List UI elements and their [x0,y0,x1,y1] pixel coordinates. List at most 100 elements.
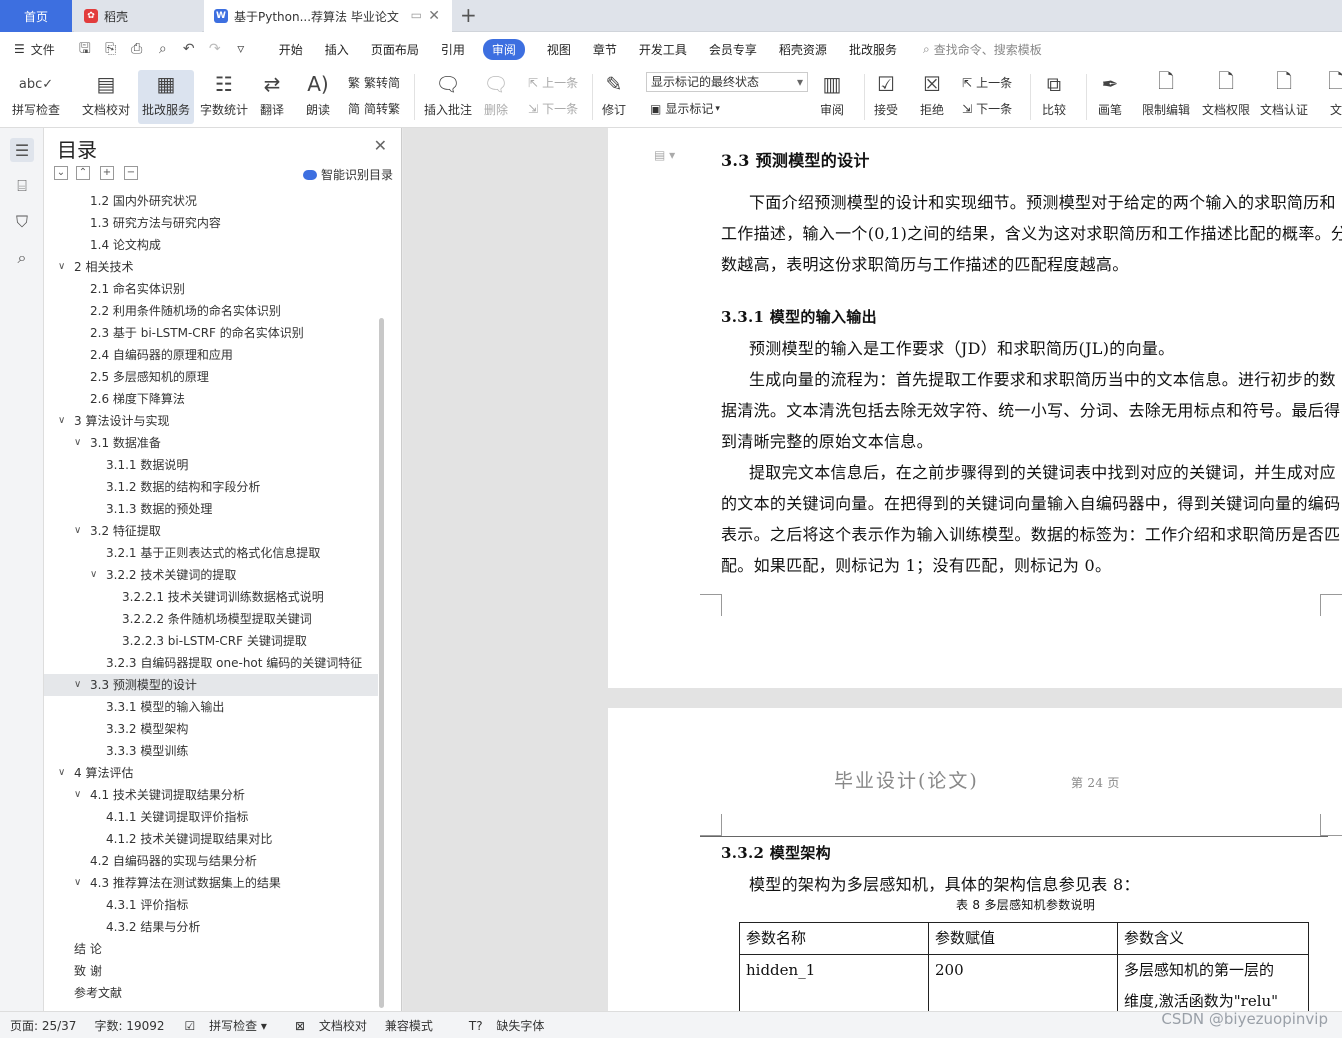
menu-item-2[interactable]: 页面布局 [371,41,419,58]
menu-item-10[interactable]: 批改服务 [849,41,897,58]
menu-item-7[interactable]: 开发工具 [639,41,687,58]
remove-heading-icon[interactable]: − [124,166,138,180]
menu-item-3[interactable]: 引用 [441,41,465,58]
toc-item[interactable]: ∨ 4.3 推荐算法在测试数据集上的结果 [44,872,378,894]
prev-change-button[interactable]: ⇱ 上一条 [962,74,1012,91]
toc-item[interactable]: 3.2.2.3 bi-LSTM-CRF 关键词提取 [44,630,378,652]
expand-up-icon[interactable]: ⌃ [76,166,90,180]
toc-item[interactable]: 3.3.2 模型架构 [44,718,378,740]
menu-item-9[interactable]: 稻壳资源 [779,41,827,58]
chevron-down-icon[interactable]: ∨ [74,520,81,542]
review-service-button[interactable]: ▦ 批改服务 [138,70,195,124]
file-menu[interactable]: ☰ 文件 [14,41,55,58]
restrict-editing-button[interactable]: 🗋 限制编辑 [1142,69,1190,118]
toc-item[interactable]: 2.2 利用条件随机场的命名实体识别 [44,300,378,322]
print-icon[interactable]: ⎙ [129,41,145,57]
menu-item-5[interactable]: 视图 [547,41,571,58]
chevron-down-icon[interactable]: ∨ [58,256,65,278]
track-changes-button[interactable]: ✎ 修订 [600,70,628,118]
toc-item[interactable]: 4.1.1 关键词提取评价指标 [44,806,378,828]
simp-to-trad-button[interactable]: 简简转繁 [348,100,400,117]
translate-button[interactable]: ⇄ 翻译 [258,70,286,118]
menu-item-1[interactable]: 插入 [325,41,349,58]
review-pane-button[interactable]: ▥ 审阅 [818,70,846,118]
document-permission-button[interactable]: 🗋 文档权限 [1202,69,1250,118]
bookmark-icon[interactable]: ⛉ [10,210,34,234]
find-icon[interactable]: ⌕ [10,246,34,270]
page-indicator[interactable]: 页面: 25/37 [10,1017,76,1034]
toc-item[interactable]: 3.1.2 数据的结构和字段分析 [44,476,378,498]
add-heading-icon[interactable]: + [100,166,114,180]
save-icon[interactable]: 🖫 [77,41,93,57]
toc-panel-icon[interactable]: ☰ [10,138,34,162]
toc-item[interactable]: 1.4 论文构成 [44,234,378,256]
toc-item[interactable]: 3.2.3 自编码器提取 one-hot 编码的关键词特征 [44,652,378,674]
close-tab-icon[interactable]: ✕ [428,8,440,24]
chevron-down-icon[interactable]: ∨ [74,674,81,696]
pen-button[interactable]: ✒ 画笔 [1096,70,1124,118]
toc-item[interactable]: 3.2.2.1 技术关键词训练数据格式说明 [44,586,378,608]
preview-icon[interactable]: ⌕ [155,41,171,57]
tab-home[interactable]: 首页 [0,0,72,32]
toc-item[interactable]: 2.1 命名实体识别 [44,278,378,300]
new-tab-icon[interactable]: + [460,3,477,27]
toc-item[interactable]: 2.6 梯度下降算法 [44,388,378,410]
spell-check-status[interactable]: ☑ 拼写检查 ▾ [175,1017,267,1034]
toc-item[interactable]: 4.3.1 评价指标 [44,894,378,916]
quick-access-dropdown-icon[interactable]: ▿ [233,41,249,57]
undo-icon[interactable]: ↶ [181,41,197,57]
toc-item[interactable]: 3.1.3 数据的预处理 [44,498,378,520]
toc-item[interactable]: 3.2.2.2 条件随机场模型提取关键词 [44,608,378,630]
chevron-down-icon[interactable]: ∨ [58,410,65,432]
tab-document[interactable]: W 基于Python...荐算法 毕业论文 ▭ ✕ [204,0,452,32]
redo-icon[interactable]: ↷ [207,41,223,57]
menu-item-0[interactable]: 开始 [279,41,303,58]
menu-item-4[interactable]: 审阅 [482,38,525,60]
accept-button[interactable]: ☑ 接受 [872,70,900,118]
command-search[interactable]: ⌕ 查找命令、搜索模板 [923,41,1042,58]
document-certification-button[interactable]: 🗋 文档认证 [1260,69,1308,118]
page-options-icon[interactable]: ▤ ▾ [654,148,675,162]
toc-item[interactable]: 3.3.3 模型训练 [44,740,378,762]
toc-item[interactable]: 2.5 多层感知机的原理 [44,366,378,388]
close-icon[interactable]: ✕ [374,136,387,155]
toc-item[interactable]: 2.4 自编码器的原理和应用 [44,344,378,366]
next-change-button[interactable]: ⇲ 下一条 [962,100,1012,117]
pin-icon[interactable]: ▭ [411,8,422,22]
toc-item[interactable]: 4.2 自编码器的实现与结果分析 [44,850,378,872]
read-aloud-button[interactable]: A) 朗读 [304,70,332,118]
reject-button[interactable]: ☒ 拒绝 [918,70,946,118]
show-markup-button[interactable]: ▣ 显示标记 ▾ [650,100,720,117]
word-count-button[interactable]: ☷ 字数统计 [200,70,248,118]
toc-item[interactable]: ∨ 2 相关技术 [44,256,378,278]
menu-item-8[interactable]: 会员专享 [709,41,757,58]
tab-daoke[interactable]: ✿ 稻壳 [74,0,202,32]
toc-scrollbar[interactable] [379,318,384,1008]
chapter-nav-icon[interactable]: ⌸ [10,174,34,198]
toc-item[interactable]: 1.3 研究方法与研究内容 [44,212,378,234]
chevron-down-icon[interactable]: ∨ [90,564,97,586]
menu-item-6[interactable]: 章节 [593,41,617,58]
chevron-down-icon[interactable]: ∨ [74,872,81,894]
more-ribbon-button[interactable]: 🗋 文 [1322,69,1342,118]
proofread-button[interactable]: ▤ 文档校对 [82,70,130,118]
markup-state-select[interactable]: 显示标记的最终状态 [646,72,808,92]
spell-check-button[interactable]: abc✓ 拼写检查 [12,70,60,118]
word-count-indicator[interactable]: 字数: 19092 [94,1017,164,1034]
insert-comment-button[interactable]: 🗨 插入批注 [424,70,472,118]
chevron-down-icon[interactable]: ∨ [58,762,65,784]
toc-item[interactable]: ∨ 4 算法评估 [44,762,378,784]
toc-item[interactable]: 3.3.1 模型的输入输出 [44,696,378,718]
proofread-status[interactable]: ⊠ 文档校对 [285,1017,367,1034]
toc-item[interactable]: 参考文献 [44,982,378,1004]
toc-item[interactable]: ∨ 3.2 特征提取 [44,520,378,542]
toc-item[interactable]: ∨ 3.3 预测模型的设计 [44,674,378,696]
export-icon[interactable]: ⎘ [103,41,119,57]
toc-item[interactable]: 1.2 国内外研究状况 [44,190,378,212]
delete-comment-button[interactable]: 🗨 删除 [482,70,510,118]
missing-font-indicator[interactable]: T? 缺失字体 [459,1017,545,1034]
collapse-all-icon[interactable]: ⌄ [54,166,68,180]
toc-item[interactable]: 2.3 基于 bi-LSTM-CRF 的命名实体识别 [44,322,378,344]
toc-item[interactable]: 致 谢 [44,960,378,982]
chevron-down-icon[interactable]: ∨ [74,432,81,454]
